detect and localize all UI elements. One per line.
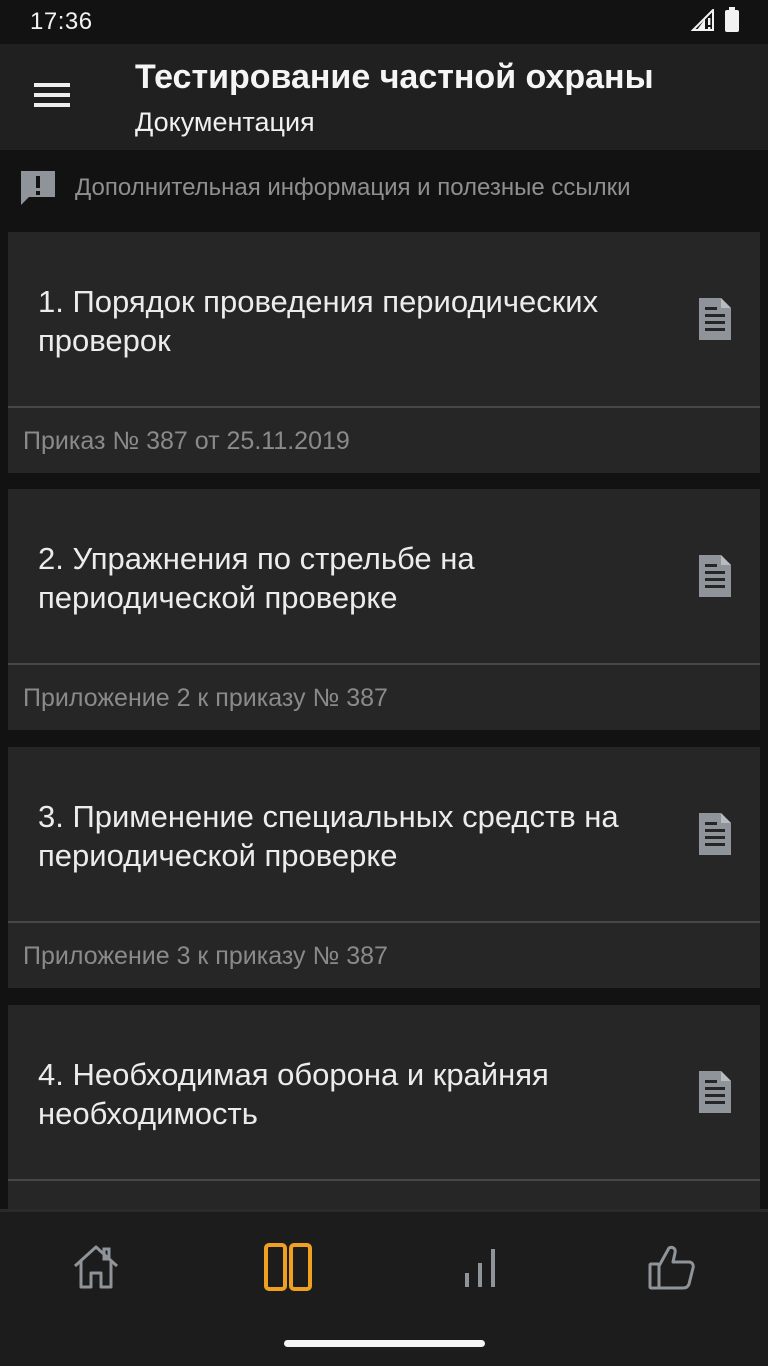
page-title: Тестирование частной охраны [135, 58, 654, 96]
home-icon [71, 1242, 121, 1297]
card-subtitle: Приказ № 387 от 25.11.2019 [23, 427, 350, 455]
card-divider [8, 921, 760, 923]
card-divider [8, 663, 760, 665]
card-main: 1. Порядок проведения периодических пров… [8, 232, 760, 406]
info-text: Дополнительная информация и полезные ссы… [75, 174, 631, 201]
card-title: 2. Упражнения по стрельбе на периодическ… [38, 541, 475, 615]
card-main: 3. Применение специальных средств на пер… [8, 747, 760, 921]
card-main: 2. Упражнения по стрельбе на периодическ… [8, 489, 760, 663]
status-icons [690, 6, 740, 38]
app-bar: Тестирование частной охраны Документация [0, 44, 768, 150]
card-main: 4. Необходимая оборона и крайняя необход… [8, 1005, 760, 1179]
stats-icon [460, 1245, 500, 1294]
nav-home[interactable] [56, 1234, 136, 1304]
menu-button[interactable] [22, 73, 82, 121]
document-icon [697, 1069, 733, 1115]
signal-icon [690, 7, 714, 36]
status-time: 17:36 [30, 8, 93, 35]
document-icon [697, 553, 733, 599]
feedback-icon [18, 168, 58, 208]
card-title: 3. Применение специальных средств на пер… [38, 799, 619, 873]
card-divider [8, 1179, 760, 1181]
document-icon [697, 811, 733, 857]
nav-stats[interactable] [440, 1234, 520, 1304]
card-subtitle: Приложение 3 к приказу № 387 [23, 942, 388, 970]
nav-feedback[interactable] [632, 1234, 712, 1304]
book-icon [263, 1242, 313, 1297]
card-title: 4. Необходимая оборона и крайняя необход… [38, 1057, 549, 1131]
status-bar: 17:36 [0, 0, 768, 44]
battery-icon [724, 6, 740, 38]
document-card-2[interactable]: 2. Упражнения по стрельбе на периодическ… [8, 489, 760, 730]
card-title: 1. Порядок проведения периодических пров… [38, 284, 599, 358]
home-indicator[interactable] [284, 1340, 485, 1347]
thumbs-up-icon [647, 1242, 697, 1297]
page-subtitle: Документация [135, 107, 315, 137]
document-icon [697, 296, 733, 342]
menu-icon [34, 82, 70, 113]
document-card-1[interactable]: 1. Порядок проведения периодических пров… [8, 232, 760, 473]
app-screen: 17:36 Тестирование частной охраны Докуме… [0, 0, 768, 1366]
card-divider [8, 406, 760, 408]
info-link[interactable]: Дополнительная информация и полезные ссы… [0, 150, 768, 228]
document-card-3[interactable]: 3. Применение специальных средств на пер… [8, 747, 760, 988]
nav-book[interactable] [248, 1234, 328, 1304]
card-subtitle: Приложение 2 к приказу № 387 [23, 684, 388, 712]
